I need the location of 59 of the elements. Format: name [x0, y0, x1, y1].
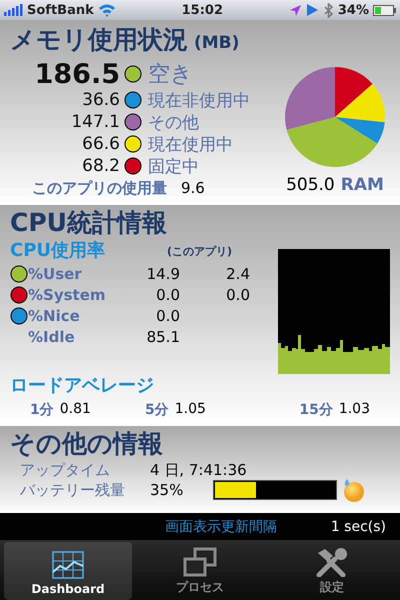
wifi-icon [98, 3, 116, 17]
load-value: 1.03 [338, 401, 370, 419]
memory-value: 186.5 [34, 58, 121, 90]
signal-icon [4, 4, 23, 16]
cpu-value: 85.1 [146, 328, 180, 346]
cpu-label: %System [28, 286, 107, 304]
memory-value: 66.6 [81, 134, 121, 154]
chart-icon [51, 550, 85, 580]
load-period: 5分 [145, 401, 169, 419]
ram-label: RAM [340, 175, 384, 195]
battery-icon [373, 4, 396, 16]
location-arrow-icon [288, 4, 302, 16]
cpu-label: %User [28, 264, 83, 282]
section-title: その他の情報 [10, 428, 164, 460]
battery-label: バッテリー残量 [20, 480, 126, 500]
memory-value: 36.6 [81, 90, 121, 110]
carrier-name: SoftBank [27, 2, 94, 18]
battery-percent: 34% [338, 2, 369, 18]
cpu-value: 0.0 [155, 306, 180, 324]
cpu-label: %Idle [28, 328, 76, 346]
memory-value: 68.2 [81, 156, 121, 176]
tab-button[interactable]: Dashboard [4, 542, 132, 600]
column-header: (このアプリ) [167, 244, 232, 260]
load-value: 0.81 [60, 401, 91, 419]
memory-label: その他 [148, 112, 199, 134]
ram-total-value: 505.0 [286, 175, 335, 195]
play-icon [306, 3, 319, 17]
sweat-emoji-icon [341, 478, 365, 502]
uptime-label: アップタイム [20, 460, 111, 480]
load-value: 1.05 [174, 401, 206, 419]
memory-label: 空き [148, 61, 193, 89]
cpu-value: 14.9 [146, 264, 180, 282]
windows-icon [183, 547, 217, 577]
app-usage-label: このアプリの使用量 [32, 179, 167, 198]
memory-label: 現在非使用中 [148, 90, 250, 112]
tab-button[interactable]: 設定 [268, 542, 396, 600]
tools-icon [315, 547, 349, 577]
app-usage-value: 9.6 [181, 179, 205, 198]
section-title: メモリ使用状況 [10, 25, 188, 54]
app-cpu-value: 2.4 [225, 264, 250, 282]
section-title: CPU統計情報 [10, 207, 168, 239]
unit-label: (MB) [194, 33, 240, 53]
bluetooth-icon [322, 2, 334, 18]
uptime-value: 4 日, 7:41:36 [150, 460, 247, 480]
subsection-title: CPU使用率 [10, 239, 106, 263]
memory-value: 147.1 [70, 112, 121, 132]
app-cpu-value: 0.0 [225, 286, 250, 304]
cpu-label: %Nice [28, 306, 81, 324]
memory-label: 現在使用中 [148, 134, 233, 156]
subsection-title: ロードアベレージ [10, 374, 155, 398]
clock-time: 15:02 [182, 2, 223, 18]
tab-button[interactable]: プロセス [136, 542, 264, 600]
memory-label: 固定中 [148, 156, 199, 178]
load-period: 1分 [30, 401, 54, 419]
refresh-interval-value: 1 sec(s) [330, 518, 386, 534]
refresh-interval-label: 画面表示更新間隔 [165, 518, 278, 536]
battery-value: 35% [150, 481, 184, 499]
load-period: 15分 [299, 401, 333, 419]
cpu-value: 0.0 [155, 286, 180, 304]
